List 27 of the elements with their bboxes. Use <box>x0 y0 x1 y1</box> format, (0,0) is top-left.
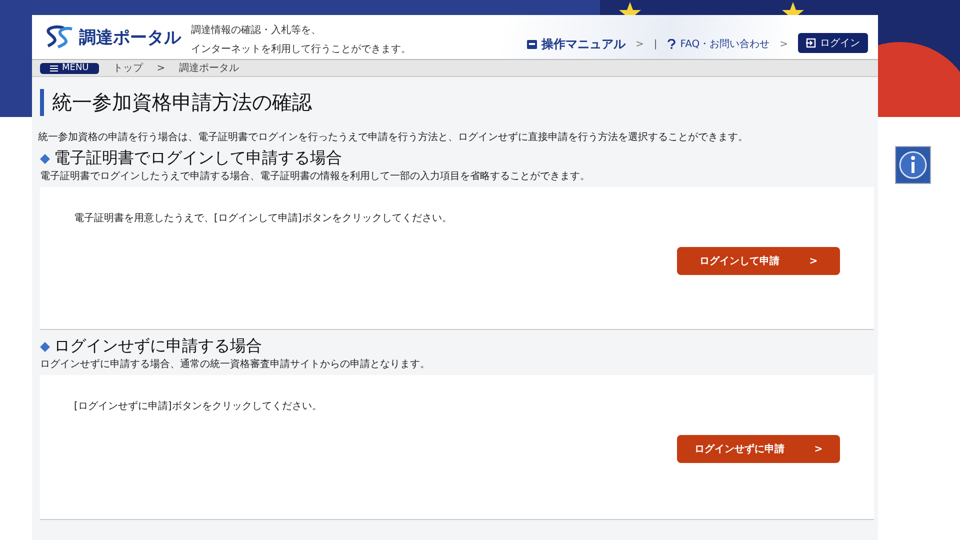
section-description: 電子証明書でログインしたうえで申請する場合、電子証明書の情報を利用して一部の入力項目を省略することができます。 <box>40 170 591 183</box>
login-button[interactable]: ログイン <box>798 33 868 53</box>
page-title: 統一参加資格申請方法の確認 <box>40 89 878 116</box>
link-separator: | <box>654 38 658 50</box>
breadcrumb-link[interactable]: トップ <box>112 61 143 75</box>
info-icon <box>895 146 931 184</box>
instruction-text: 電子証明書を用意したうえで、[ログインして申請]ボタンをクリックしてください。 <box>74 212 453 225</box>
apply-button[interactable]: ログインして申請 > <box>677 247 840 275</box>
tagline-text: 調達情報の確認・入札等を、 <box>191 25 321 36</box>
section-heading: 電子証明書でログインして申請する場合 <box>54 148 342 169</box>
breadcrumb-current: 調達ポータル <box>179 62 240 75</box>
section-description: ログインせずに申請する場合、通常の統一資格審査申請サイトからの申請となります。 <box>40 358 431 371</box>
apply-button[interactable]: ログインせずに申請 > <box>677 435 840 463</box>
section-heading: ログインせずに申請する場合 <box>54 336 262 357</box>
logo-text: 調達ポータル <box>79 26 181 48</box>
header-link[interactable]: FAQ・お問い合わせ > <box>667 37 788 51</box>
intro-text: 統一参加資格の申請を行う場合は、電子証明書でログインを行ったうえで申請を行う方法と、ログインせずに直接申請を行う方法を選択することができます。 <box>38 130 749 144</box>
breadcrumb-separator: > <box>156 62 166 74</box>
header-link[interactable]: 操作マニュアル > <box>527 36 644 52</box>
login-icon <box>806 38 816 48</box>
instruction-text: [ログインせずに申請]ボタンをクリックしてください。 <box>74 400 323 413</box>
help-icon <box>667 39 676 49</box>
menu-icon <box>50 64 58 72</box>
tagline-text: インターネットを利用して行うことができます。 <box>191 44 411 55</box>
diamond-icon <box>40 342 50 352</box>
menu-button[interactable]: MENU <box>40 62 99 74</box>
diamond-icon <box>40 154 50 164</box>
